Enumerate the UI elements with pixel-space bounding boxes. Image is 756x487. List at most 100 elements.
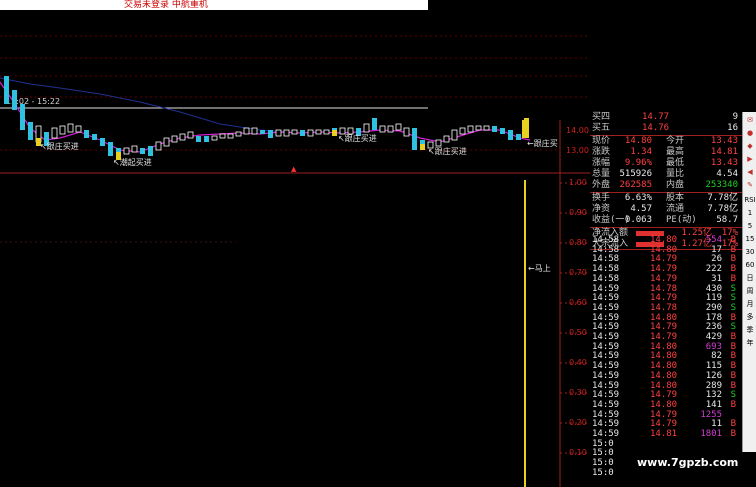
candle bbox=[275, 129, 282, 137]
candle bbox=[235, 131, 242, 137]
candle bbox=[163, 137, 170, 147]
candle bbox=[211, 135, 218, 141]
period-button[interactable]: 多 bbox=[743, 311, 756, 323]
period-button[interactable]: 30 bbox=[743, 246, 756, 258]
candle bbox=[387, 125, 394, 133]
period-toolbar: ✉ ● ◆ ▶ ◀ ✎ RSI 1 5 15 30 60 日周月多季年 bbox=[742, 112, 756, 452]
period-button[interactable]: 1 bbox=[743, 207, 756, 219]
candle bbox=[467, 125, 474, 133]
signal-candle bbox=[332, 130, 337, 136]
stat-row: 涨跌 1.34 最高 14.81 bbox=[592, 147, 738, 157]
indicator-axis-label: 0.40 bbox=[569, 358, 587, 367]
indicator-axis-label: 0.30 bbox=[569, 388, 587, 397]
candle bbox=[459, 127, 466, 135]
candle bbox=[379, 125, 386, 133]
fundamental-row: 净资 4.57 流通 7.78亿 bbox=[592, 204, 738, 214]
stat-row: 涨幅 9.96% 最低 13.43 bbox=[592, 158, 738, 168]
fundamental-row: 换手 6.63% 股本 7.78亿 bbox=[592, 193, 738, 203]
candle bbox=[108, 142, 113, 156]
candle bbox=[204, 136, 209, 142]
candle bbox=[4, 76, 9, 104]
annotation-label: ↖跟庄买进 bbox=[40, 142, 79, 151]
period-button[interactable]: 60 bbox=[743, 259, 756, 271]
candle bbox=[148, 146, 153, 156]
annotation-label: ←跟庄买 bbox=[527, 139, 558, 148]
candle bbox=[75, 125, 82, 133]
candle bbox=[315, 129, 322, 135]
order-book-row: 买五 14.76 16 bbox=[592, 123, 738, 133]
toolbar-icon[interactable]: ◀ bbox=[743, 166, 756, 178]
toolbar-icon[interactable]: ▶ bbox=[743, 153, 756, 165]
tick-row: 15:0 bbox=[592, 467, 614, 478]
candle bbox=[307, 129, 314, 137]
candle bbox=[187, 131, 194, 139]
candle bbox=[100, 138, 105, 146]
price-axis-label: 14.00 bbox=[566, 126, 589, 135]
candle bbox=[403, 127, 410, 137]
candle bbox=[500, 128, 505, 134]
candle bbox=[179, 133, 186, 141]
period-button[interactable]: 15 bbox=[743, 233, 756, 245]
annotation-label: ↖跟庄买进 bbox=[428, 147, 467, 156]
chart-area[interactable]: 15:02 - 15:22 ▲ ←马上 bbox=[0, 0, 590, 487]
candle bbox=[283, 129, 290, 137]
marker-glyph: ▲ bbox=[291, 165, 297, 173]
candle bbox=[20, 104, 25, 130]
indicator-axis-label: 0.60 bbox=[569, 298, 587, 307]
period-button[interactable]: 年 bbox=[743, 337, 756, 349]
period-button[interactable]: RSI bbox=[743, 194, 756, 206]
candle bbox=[372, 118, 377, 130]
candle bbox=[219, 133, 226, 139]
period-button[interactable]: 季 bbox=[743, 324, 756, 336]
stat-row: 外盘 262585 内盘 253340 bbox=[592, 180, 738, 190]
candle bbox=[251, 127, 258, 135]
indicator-label: ←马上 bbox=[528, 264, 551, 273]
indicator-bar bbox=[524, 180, 526, 487]
candle bbox=[492, 126, 497, 132]
candle bbox=[300, 130, 305, 136]
candle bbox=[323, 129, 330, 135]
indicator-axis-label: 0.70 bbox=[569, 268, 587, 277]
quote-panel: 买四 14.77 9 买五 14.76 16 现价 14.80 今开 13.43… bbox=[590, 112, 742, 487]
period-button[interactable]: 5 bbox=[743, 220, 756, 232]
candle bbox=[443, 135, 450, 143]
annotation-label: ↖潮起买进 bbox=[113, 158, 152, 167]
candle bbox=[51, 127, 58, 139]
candle bbox=[508, 130, 513, 140]
period-button[interactable]: 周 bbox=[743, 285, 756, 297]
indicator-axis-label: 1.00 bbox=[569, 178, 587, 187]
toolbar-icon[interactable]: ✉ bbox=[743, 114, 756, 126]
candle bbox=[291, 129, 298, 135]
candle bbox=[59, 125, 66, 135]
indicator-axis-label: 0.10 bbox=[569, 448, 587, 457]
indicator-top-bar bbox=[522, 120, 526, 138]
candle bbox=[67, 123, 74, 133]
indicator-axis-label: 0.80 bbox=[569, 238, 587, 247]
candle bbox=[363, 123, 370, 133]
indicator-axis-label: 0.90 bbox=[569, 208, 587, 217]
toolbar-icon[interactable]: ◆ bbox=[743, 140, 756, 152]
period-button[interactable]: 日 bbox=[743, 272, 756, 284]
fundamental-row: 收益(一) 0.063 PE(动) 58.7 bbox=[592, 215, 738, 225]
candle bbox=[196, 136, 201, 142]
indicator-axis-label: 0.50 bbox=[569, 328, 587, 337]
candle bbox=[260, 130, 265, 134]
candle bbox=[243, 127, 250, 135]
price-axis-label: 13.00 bbox=[566, 146, 589, 155]
candle bbox=[268, 130, 273, 138]
stat-row: 总量 515926 量比 4.54 bbox=[592, 169, 738, 179]
candle bbox=[123, 147, 130, 155]
candle bbox=[171, 135, 178, 143]
candle bbox=[28, 122, 33, 140]
candle bbox=[92, 134, 97, 140]
candle bbox=[227, 133, 234, 139]
signal-candle bbox=[420, 144, 425, 150]
toolbar-icon[interactable]: ✎ bbox=[743, 179, 756, 191]
order-book-row: 买四 14.77 9 bbox=[592, 112, 738, 122]
period-button[interactable]: 月 bbox=[743, 298, 756, 310]
candle bbox=[475, 125, 482, 131]
toolbar-icon[interactable]: ● bbox=[743, 127, 756, 139]
candle bbox=[451, 129, 458, 141]
candle bbox=[155, 141, 162, 151]
watermark-text: www.7gpzb.com bbox=[637, 456, 739, 469]
